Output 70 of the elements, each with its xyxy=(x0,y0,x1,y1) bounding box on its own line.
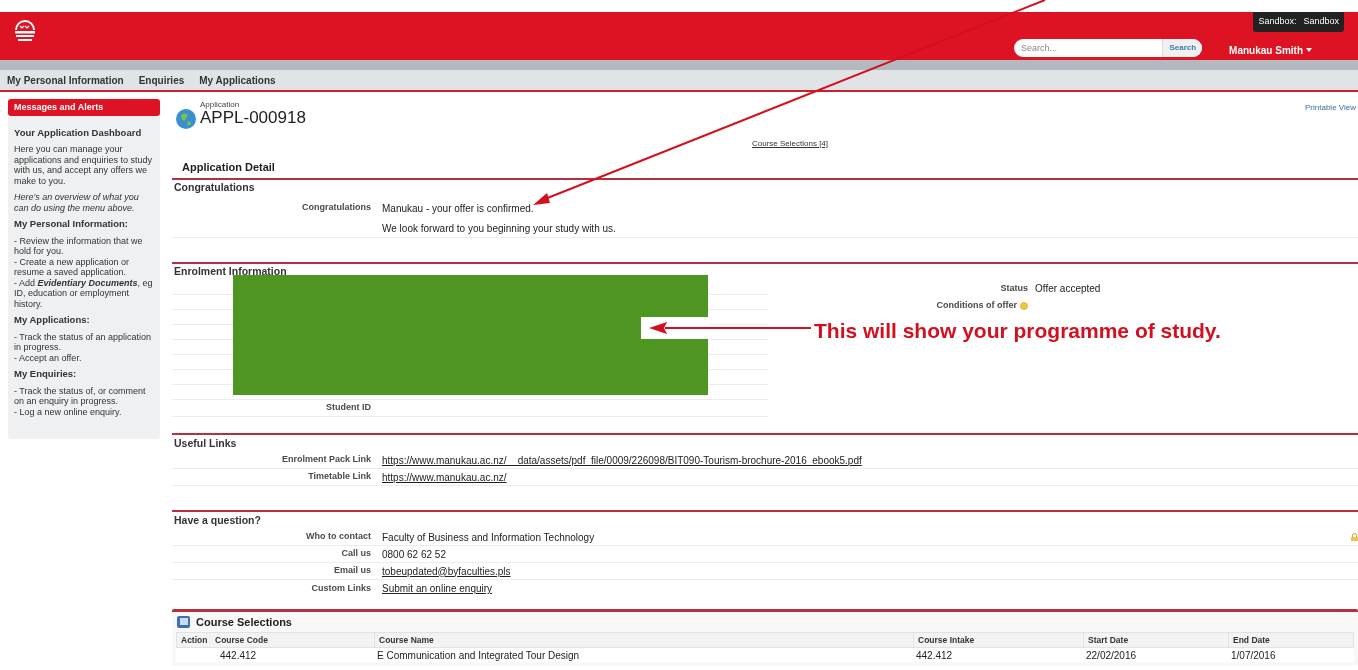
overview-text: Here's an overview of what you can do using the menu above. xyxy=(14,192,140,213)
group-heading: My Personal Information: xyxy=(14,219,129,230)
globe-icon xyxy=(175,108,197,130)
sidebar-title: Messages and Alerts xyxy=(8,99,160,116)
search-box[interactable]: Search... Search xyxy=(1014,39,1203,57)
nav-tab[interactable]: My Applications xyxy=(199,72,276,88)
help-item: - Track the status of an application in progress. xyxy=(14,331,153,353)
field-label-text: Conditions of offer xyxy=(936,298,1017,312)
column-header: Course Intake xyxy=(913,633,1083,647)
help-item: - Accept an offer. xyxy=(14,352,83,363)
column-header: Action xyxy=(180,633,209,647)
field-label: Call us xyxy=(340,547,372,561)
field-label: Student ID xyxy=(325,401,372,415)
link[interactable]: Submit an online enquiry xyxy=(382,581,493,596)
link[interactable]: https://www.manukau.ac.nz/__data/assets/pdf_file/0009/226098/BIT090-Tourism-brochure-2016_ebook5.pdf xyxy=(382,452,862,468)
table-cell-text: 442.412 xyxy=(219,649,258,663)
user-menu[interactable]: Manukau Smith xyxy=(1229,42,1312,58)
search-field[interactable]: Search... xyxy=(1014,39,1163,57)
table-cell-text: E Communication and Integrated Tour Design xyxy=(376,649,581,663)
group-heading: My Applications: xyxy=(14,315,91,326)
help-item: - Track the status of, or comment on an enquiry in progress. xyxy=(14,385,147,407)
section-title: Application Detail xyxy=(172,156,1358,180)
field-label: Timetable Link xyxy=(307,470,372,484)
caret-icon xyxy=(1306,48,1312,52)
help-icon[interactable] xyxy=(1020,301,1028,310)
help-item: - Add Evidentiary Documents, eg ID, education or employment history. xyxy=(14,277,154,309)
nav-tab[interactable]: Enquiries xyxy=(138,72,185,88)
help-item: - Create a new application or resume a saved application. xyxy=(14,256,131,278)
table-cell-text: 442.412 xyxy=(915,649,954,663)
callout-text: This will show your programme of study. xyxy=(814,318,1221,344)
field-label: Email us xyxy=(333,564,372,578)
logo-icon xyxy=(14,18,36,44)
column-header: Course Name xyxy=(374,633,913,647)
intro-text: Here you can manage your applications and enquiries to study with us, and accept any offers we make to you. xyxy=(14,144,154,186)
record-type: Application xyxy=(200,100,241,109)
field-label: Custom Links xyxy=(310,581,372,595)
sandbox-name: Sandbox xyxy=(1303,15,1339,28)
column-header: Course Code xyxy=(214,633,269,647)
search-button[interactable]: Search xyxy=(1162,39,1203,57)
field-label: Enrolment Pack Link xyxy=(280,453,372,467)
nav-tab[interactable]: My Personal Information xyxy=(7,72,124,88)
column-header: Start Date xyxy=(1083,633,1228,647)
field-value: Offer accepted xyxy=(1035,282,1101,296)
field-value: We look forward to you beginning your study with us. xyxy=(382,222,616,236)
printable-view-link[interactable]: Printable View xyxy=(1305,102,1356,114)
panel-title: Course Selections xyxy=(196,614,292,630)
lock-icon xyxy=(1351,533,1358,541)
table-cell-text: 1/07/2016 xyxy=(1230,649,1277,663)
section-heading: Congratulations xyxy=(173,180,256,196)
field-value: 0800 62 62 52 xyxy=(382,547,446,562)
column-header: End Date xyxy=(1228,633,1353,647)
section-heading: Enrolment Information xyxy=(173,264,288,280)
sidebar-heading: Your Application Dashboard xyxy=(14,127,143,138)
related-list-link[interactable]: Course Selections [4] xyxy=(751,138,829,156)
field-label: Who to contact xyxy=(305,530,372,544)
help-item: - Review the information that we hold for you. xyxy=(14,235,144,257)
section-heading: Have a question? xyxy=(173,512,262,528)
section-heading: Useful Links xyxy=(173,435,238,451)
field-label-text: Status xyxy=(1000,281,1028,295)
record-title: APPL-000918 xyxy=(200,109,306,127)
sandbox-label: Sandbox: xyxy=(1258,15,1297,28)
field-label: Congratulations xyxy=(301,201,372,215)
field-value: Manukau - your offer is confirmed. xyxy=(382,201,534,216)
link[interactable]: tobeupdated@byfaculties.pls xyxy=(382,563,511,579)
link[interactable]: https://www.manukau.ac.nz/ xyxy=(382,469,507,485)
list-icon xyxy=(177,615,191,629)
group-heading: My Enquiries: xyxy=(14,369,78,380)
table-cell-text: 22/02/2016 xyxy=(1085,649,1138,663)
field-value: Faculty of Business and Information Technology xyxy=(382,530,595,545)
help-item: - Log a new online enquiry. xyxy=(14,406,123,417)
